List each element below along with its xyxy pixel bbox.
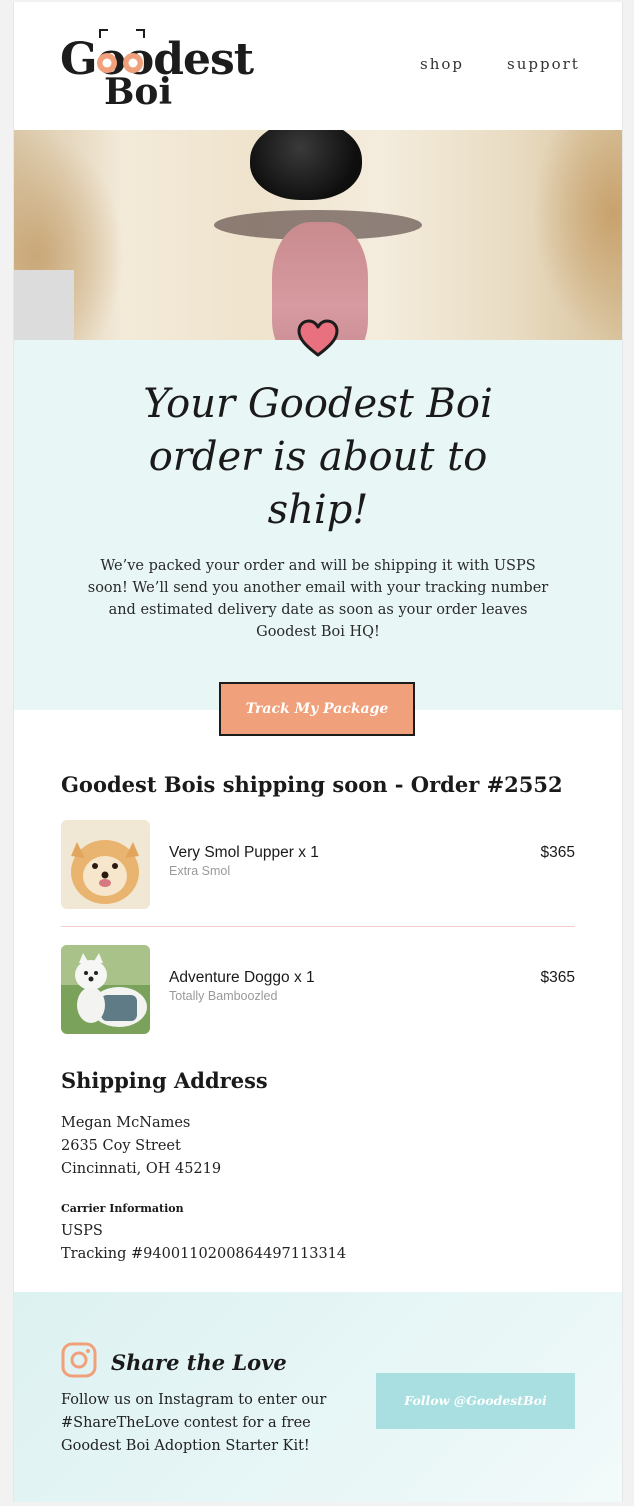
track-package-button[interactable]: Track My Package [219,682,415,736]
samoyed-photo [61,945,150,1034]
address-city: Cincinnati, OH 45219 [61,1161,222,1177]
carrier-info-title: Carrier Information [61,1202,184,1215]
goodest-boi-logo[interactable]: Goodest Boi [60,28,254,114]
carrier-name: USPS [61,1223,103,1239]
pomeranian-photo [61,820,150,909]
heart-icon [297,319,339,357]
shipping-address-title: Shipping Address [61,1068,268,1093]
item-divider [61,926,575,927]
address-street: 2635 Coy Street [61,1138,181,1154]
item-name: Adventure Doggo x 1 [169,969,315,986]
shipping-address: Megan McNames 2635 Coy Street Cincinnati… [61,1112,221,1181]
carrier-info: USPS Tracking #9400110200864497113314 [61,1220,346,1266]
item-variant: Totally Bamboozled [169,989,278,1003]
tracking-number: Tracking #9400110200864497113314 [61,1246,347,1262]
item-variant: Extra Smol [169,864,231,878]
item-name: Very Smol Pupper x 1 [169,844,319,861]
order-title: Goodest Bois shipping soon - Order #2552 [61,772,563,797]
item-price: $365 [540,844,575,861]
follow-instagram-button[interactable]: Follow @GoodestBoi [376,1373,575,1429]
header: Goodest Boi shop support [14,2,622,130]
hero-dog-photo [14,130,622,340]
headline: Your Goodest Boi order is about to ship! [143,381,493,533]
instagram-icon[interactable] [61,1342,97,1378]
item-price: $365 [540,969,575,986]
intro-message: We’ve packed your order and will be ship… [87,558,549,640]
email-frame: Goodest Boi shop support Your Goodest Bo… [13,2,623,1502]
dog-nose [250,130,362,200]
order-item: Very Smol Pupper x 1 Extra Smol $365 [61,820,575,910]
nav-shop-link[interactable]: shop [420,55,464,73]
share-the-love-text: Follow us on Instagram to enter our #Sha… [61,1392,327,1454]
nav-support-link[interactable]: support [507,55,580,73]
address-name: Megan McNames [61,1115,191,1131]
order-item: Adventure Doggo x 1 Totally Bamboozled $… [61,945,575,1035]
share-the-love-title: Share the Love [111,1350,287,1375]
logo-line2: Boi [104,71,173,113]
